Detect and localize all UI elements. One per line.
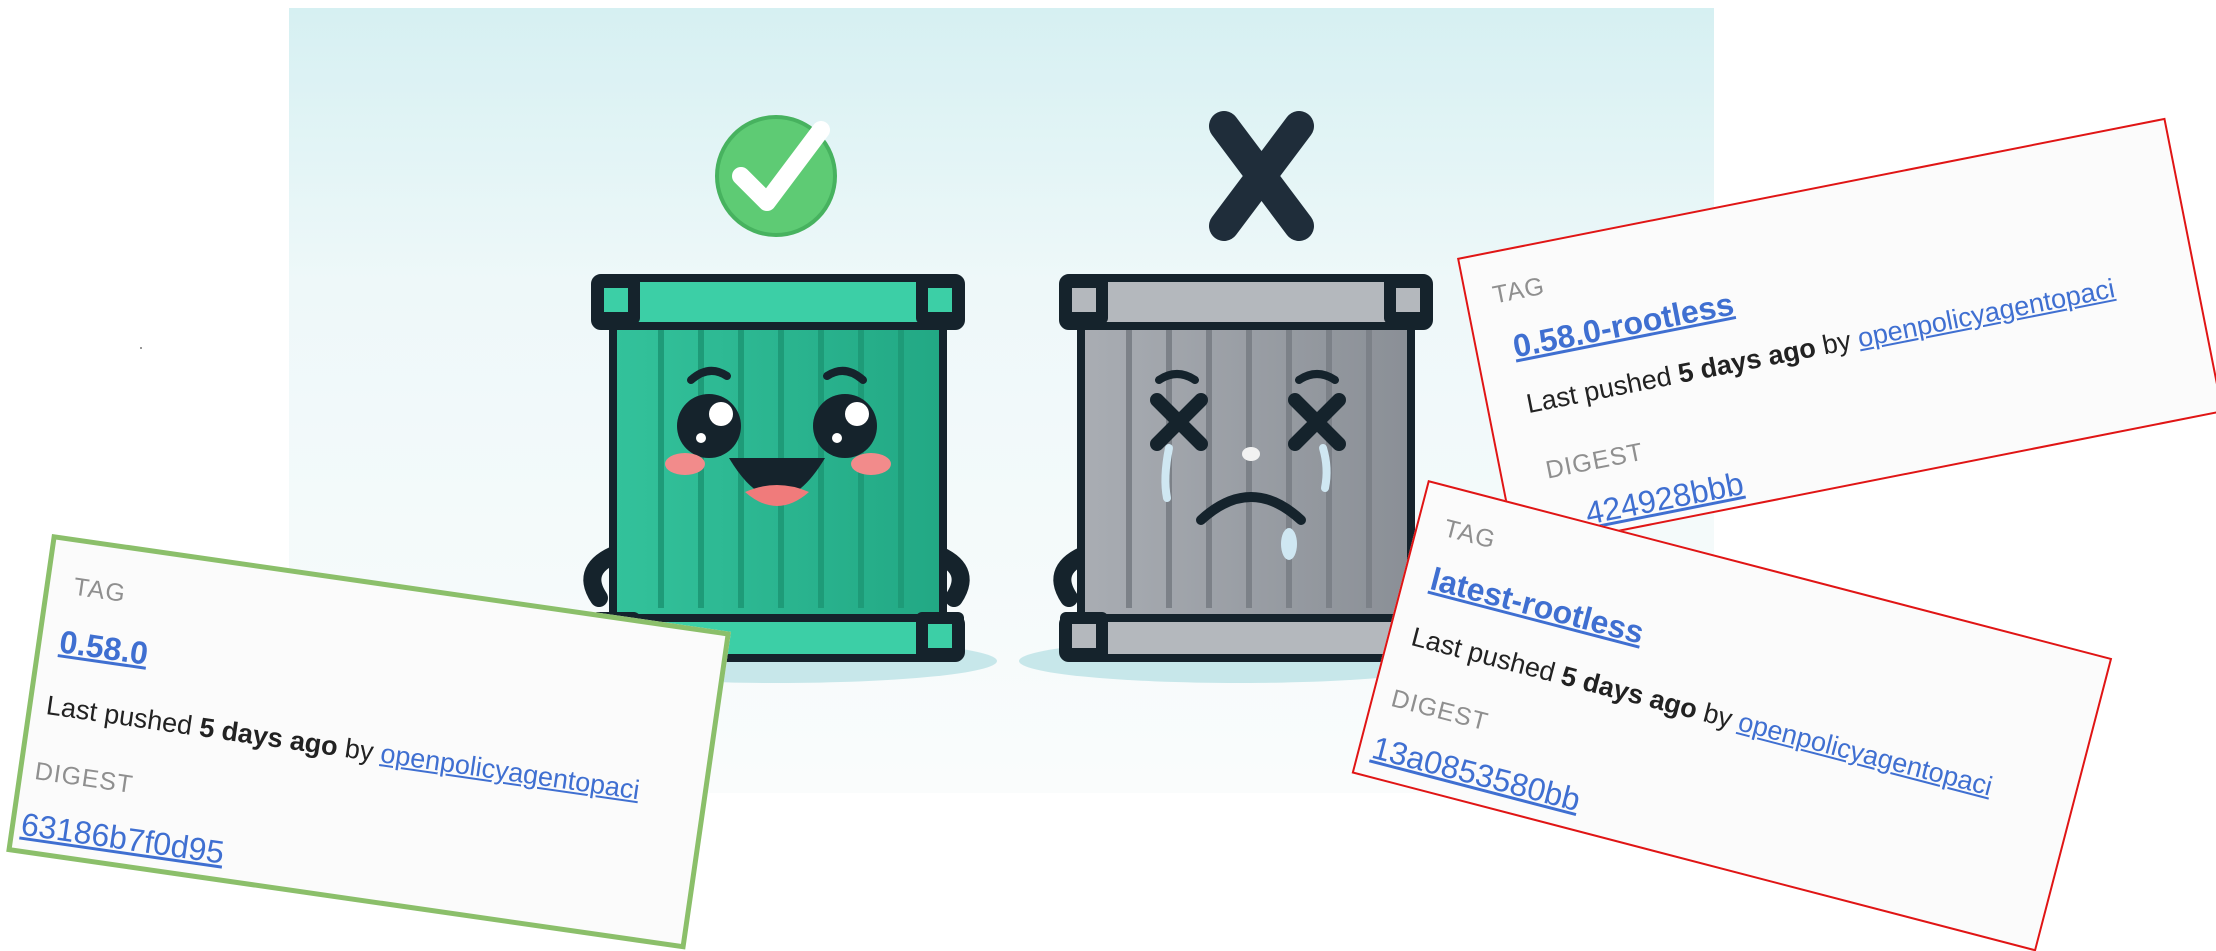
tag-label: TAG xyxy=(1490,271,1548,310)
tag-label: TAG xyxy=(71,572,128,608)
publisher-link[interactable]: openpolicyagentopaci xyxy=(1735,707,1995,802)
digest-label: DIGEST xyxy=(33,757,136,799)
tag-label: TAG xyxy=(1440,514,1499,555)
tag-link[interactable]: 0.58.0 xyxy=(57,623,150,672)
composite-image: TAG 0.58.0 Last pushed 5 days ago by ope… xyxy=(0,0,2216,951)
check-circle-icon xyxy=(715,115,837,237)
publisher-link[interactable]: openpolicyagentopaci xyxy=(1855,273,2117,353)
tag-card-latest-rootless: TAG latest-rootless Last pushed 5 days a… xyxy=(1351,480,2113,951)
digest-label: DIGEST xyxy=(1543,437,1646,485)
last-pushed-text: Last pushed 5 days ago by openpolicyagen… xyxy=(1523,273,2118,419)
last-pushed-text: Last pushed 5 days ago by openpolicyagen… xyxy=(44,690,642,806)
digest-link[interactable]: 13a0853580bb xyxy=(1368,729,1584,819)
digest-label: DIGEST xyxy=(1388,684,1492,737)
happy-container-icon xyxy=(583,274,970,662)
publisher-link[interactable]: openpolicyagentopaci xyxy=(379,738,642,805)
sad-container-icon xyxy=(1053,274,1433,662)
stray-dot xyxy=(140,347,142,349)
digest-link[interactable]: 63186b7f0d95 xyxy=(19,806,227,872)
